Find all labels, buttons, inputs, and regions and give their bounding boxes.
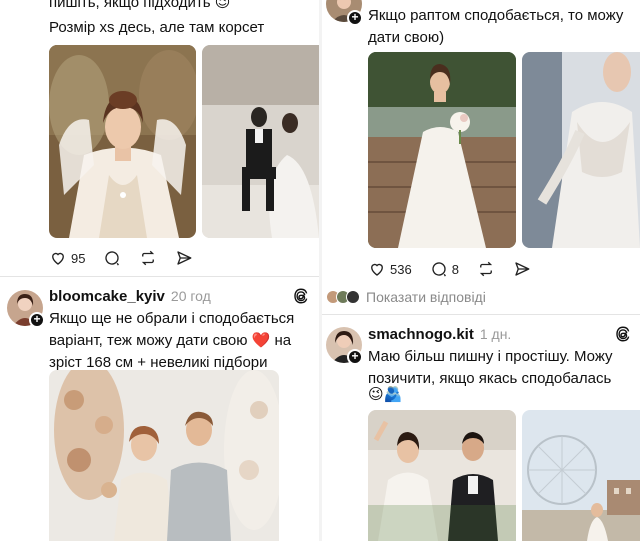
post-photo-bride-portrait[interactable]	[49, 45, 196, 238]
repost-button[interactable]	[477, 260, 495, 278]
post-divider	[322, 314, 640, 315]
like-button[interactable]: 536	[368, 260, 412, 278]
left-feed-column: пишіть, якщо підходить 😉 Розмір xs десь,…	[0, 0, 319, 541]
follow-plus-icon[interactable]: +	[347, 349, 363, 365]
post-text-line: пишіть, якщо підходить 😉	[49, 0, 231, 11]
post-header: smachnogo.kit 1 дн.	[368, 326, 511, 343]
follow-plus-icon[interactable]: +	[347, 10, 363, 26]
post-photo-couple-ceremony[interactable]	[49, 370, 279, 541]
username[interactable]: smachnogo.kit	[368, 326, 474, 343]
post-actions-bar: 536 8	[368, 260, 549, 278]
post-text-line: 😉🫂	[368, 386, 403, 403]
post-photo-couple-garden[interactable]	[368, 410, 516, 541]
heart-icon	[371, 263, 383, 276]
repost-icon	[479, 261, 493, 277]
like-button[interactable]: 95	[49, 249, 85, 267]
comment-button[interactable]	[103, 249, 121, 267]
right-feed-column: + Якщо раптом сподобається, то можу дати…	[322, 0, 640, 541]
repost-icon	[142, 250, 155, 266]
comment-count: 8	[451, 261, 459, 277]
timestamp: 20 год	[170, 288, 211, 304]
mini-avatar	[346, 290, 360, 304]
username[interactable]: bloomcake_kyiv	[49, 288, 165, 305]
post-divider	[0, 276, 319, 277]
post-photo-bride-pier[interactable]	[368, 52, 516, 248]
post-actions-bar: 95	[49, 249, 211, 267]
post-header: bloomcake_kyiv 20 год	[49, 288, 211, 305]
share-button[interactable]	[513, 260, 531, 278]
post-photo-ferris-wheel[interactable]	[522, 410, 640, 541]
post-photo-dress-detail[interactable]	[522, 52, 640, 248]
comment-icon	[432, 262, 446, 277]
post-photo-couple-sitting[interactable]	[202, 45, 319, 238]
post-text-line: Якщо ще не обрали і сподобається	[49, 310, 295, 327]
post-text-line: Розмір xs десь, але там корсет	[49, 19, 265, 36]
post-text-line: Маю більш пишну і простішу. Можу	[368, 348, 613, 365]
show-replies-row[interactable]: Показати відповіді	[326, 289, 486, 305]
post-text-line: дати свою)	[368, 29, 445, 46]
timestamp: 1 дн.	[479, 326, 512, 342]
threads-logo-icon[interactable]	[614, 325, 632, 343]
follow-plus-icon[interactable]: +	[29, 312, 45, 328]
like-count: 536	[390, 261, 412, 277]
threads-logo-icon[interactable]	[292, 287, 310, 305]
comment-icon	[105, 251, 120, 266]
heart-icon	[52, 252, 64, 265]
comment-button[interactable]: 8	[430, 260, 459, 278]
like-count: 95	[71, 250, 86, 266]
post-text-line: Якщо раптом сподобається, то можу	[368, 7, 624, 24]
repost-button[interactable]	[139, 249, 157, 267]
share-icon	[177, 251, 192, 265]
post-text-line: варіант, теж можу дати свою ❤️ на	[49, 332, 292, 349]
share-button[interactable]	[175, 249, 193, 267]
show-replies-link[interactable]: Показати відповіді	[366, 289, 486, 305]
share-icon	[515, 262, 530, 276]
post-text-line: позичити, якщо якась сподобалась	[368, 370, 612, 387]
reply-avatars	[326, 290, 360, 304]
